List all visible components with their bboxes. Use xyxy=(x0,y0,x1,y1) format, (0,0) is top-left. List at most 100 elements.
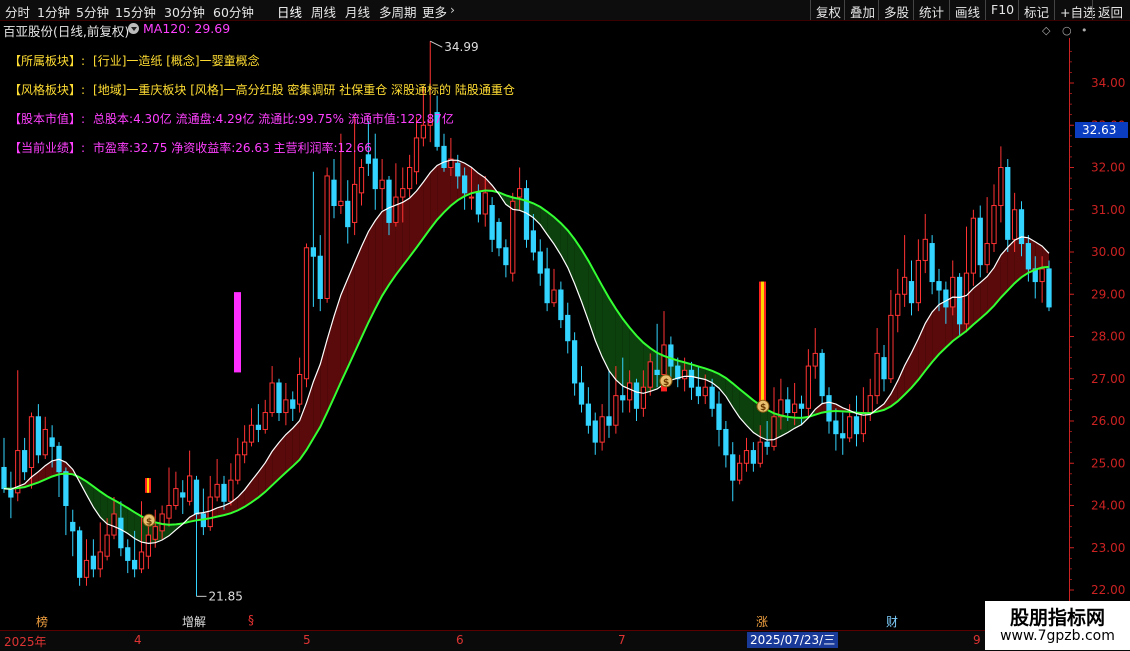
candle-body xyxy=(338,200,344,207)
candle-body xyxy=(235,454,241,481)
tab-60min[interactable]: 60分钟 xyxy=(213,2,254,21)
candle-body xyxy=(626,382,633,401)
dot-icon[interactable]: • xyxy=(1081,24,1088,37)
ma-band-segment xyxy=(375,211,383,309)
y-tick-label: 34.00 xyxy=(1091,76,1125,90)
event-finance[interactable]: 财 xyxy=(886,613,898,630)
candle-body xyxy=(943,289,949,308)
candle-body xyxy=(929,243,935,283)
candle-body xyxy=(241,441,248,456)
candle-body xyxy=(63,471,69,507)
candle-body xyxy=(193,479,200,515)
candle-body xyxy=(757,441,763,464)
month-label: 5 xyxy=(303,633,311,647)
candle-body xyxy=(221,483,227,502)
candle-body xyxy=(379,179,385,190)
candle-body xyxy=(516,188,523,198)
candle-body xyxy=(551,289,557,304)
overlay-button[interactable]: 叠加 xyxy=(844,0,880,20)
circle-icon[interactable]: ○ xyxy=(1062,24,1072,37)
candle-body xyxy=(406,167,413,190)
ma-band-segment xyxy=(423,172,431,239)
candle-body xyxy=(984,243,990,266)
candle-body xyxy=(812,352,818,367)
performance-key: 【当前业绩】: xyxy=(9,141,86,155)
tab-multi-period[interactable]: 多周期 xyxy=(379,2,417,21)
candle-body xyxy=(833,420,839,435)
candle-body xyxy=(565,314,571,342)
candle-body xyxy=(131,559,138,570)
candle-body xyxy=(798,403,805,409)
candle-body xyxy=(647,361,653,388)
adjust-button[interactable]: 复权 xyxy=(810,0,846,20)
market-value-value: 总股本:4.30亿 流通盘:4.29亿 流通比:99.75% 流通市值:122.… xyxy=(93,112,454,126)
candle-body xyxy=(28,416,35,468)
indicator-dropdown-icon[interactable] xyxy=(128,23,139,34)
chevron-right-icon[interactable]: › xyxy=(450,2,455,17)
candle-body xyxy=(840,433,846,439)
back-button[interactable]: 返回 xyxy=(1092,0,1128,20)
performance-info: 【当前业绩】: 市盈率:32.75 净资收益率:26.63 主营利润率:12.66 xyxy=(9,139,372,156)
low-label: 21.85 xyxy=(209,589,243,603)
tab-daily[interactable]: 日线 xyxy=(277,2,302,21)
money-bag-icon-glyph: $ xyxy=(663,378,669,388)
candle-body xyxy=(468,196,475,199)
tab-30min[interactable]: 30分钟 xyxy=(164,2,205,21)
candle-body xyxy=(248,424,255,443)
multi-stock-button[interactable]: 多股 xyxy=(878,0,914,20)
candle-body xyxy=(970,217,977,274)
tab-5min[interactable]: 5分钟 xyxy=(76,2,109,21)
candle-body xyxy=(441,145,447,168)
candle-body xyxy=(709,386,715,409)
candle-body xyxy=(159,513,165,532)
candle-body xyxy=(901,276,908,295)
tab-15min[interactable]: 15分钟 xyxy=(115,2,156,21)
event-section[interactable]: § xyxy=(248,613,254,627)
candle-body xyxy=(654,369,660,376)
candle-body xyxy=(950,276,956,308)
candle-body xyxy=(49,437,55,447)
ma-band-segment xyxy=(615,308,623,387)
y-tick-label: 28.00 xyxy=(1091,330,1125,344)
candle-body xyxy=(633,382,640,409)
tab-more[interactable]: 更多 xyxy=(422,2,447,21)
candle-body xyxy=(571,340,578,384)
watermark-title: 股朋指标网 xyxy=(1009,607,1105,629)
candle-body xyxy=(1018,209,1025,245)
f10-button[interactable]: F10 xyxy=(985,0,1019,20)
candle-body xyxy=(874,352,880,397)
event-unlock[interactable]: 增解 xyxy=(182,613,206,630)
candle-body xyxy=(104,534,110,557)
statistics-button[interactable]: 统计 xyxy=(913,0,949,20)
ma-band-segment xyxy=(932,304,939,363)
candle-body xyxy=(599,416,605,443)
draw-line-button[interactable]: 画线 xyxy=(949,0,985,20)
candle-body xyxy=(97,551,103,570)
ma-band-segment xyxy=(368,220,376,323)
event-rank[interactable]: 榜 xyxy=(36,613,48,630)
candle-body xyxy=(640,386,647,409)
tab-1min[interactable]: 1分钟 xyxy=(37,2,70,21)
ma-band-segment xyxy=(629,327,637,393)
candle-body xyxy=(461,175,468,194)
tab-intraday[interactable]: 分时 xyxy=(5,2,30,21)
candle-body xyxy=(510,200,516,274)
mark-button[interactable]: 标记 xyxy=(1018,0,1054,20)
signal-bar-small-yellow xyxy=(147,478,149,493)
candle-body xyxy=(991,205,997,245)
candle-body xyxy=(228,479,234,502)
ma-band-segment xyxy=(416,182,424,248)
ma-band-segment xyxy=(409,190,417,257)
candle-body xyxy=(386,179,392,223)
y-tick-label: 26.00 xyxy=(1091,414,1125,428)
candle-body xyxy=(420,124,427,139)
candle-body xyxy=(283,399,289,414)
candle-body xyxy=(166,505,172,519)
date-axis: 2025年 4 5 6 7 2025/07/23/三 9 xyxy=(0,630,1130,651)
watermark: 股朋指标网 www.7gpzb.com xyxy=(985,601,1130,650)
diamond-icon[interactable]: ◇ xyxy=(1042,24,1050,37)
candle-body xyxy=(35,416,42,456)
tab-monthly[interactable]: 月线 xyxy=(345,2,370,21)
event-limit-up[interactable]: 涨 xyxy=(756,613,768,630)
tab-weekly[interactable]: 周线 xyxy=(311,2,336,21)
